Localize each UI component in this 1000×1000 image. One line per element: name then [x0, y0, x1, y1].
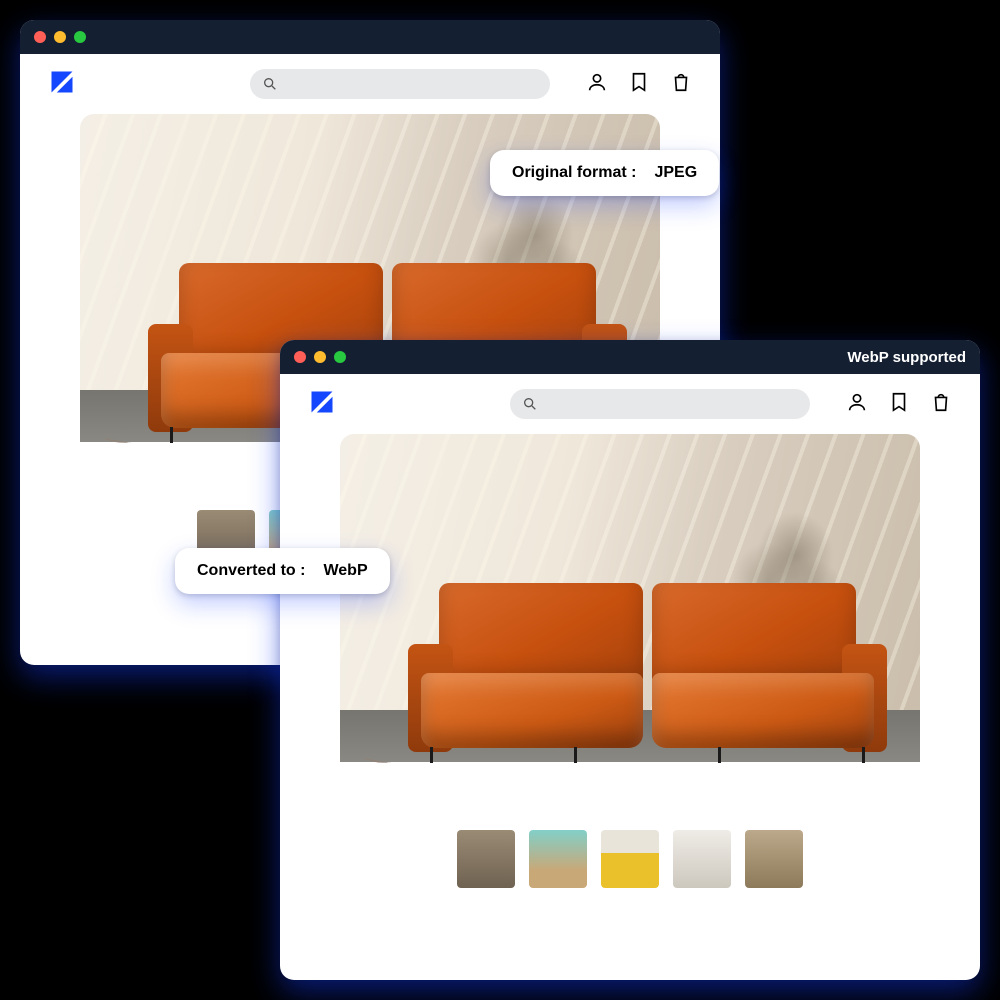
- pill-value: WebP: [323, 562, 367, 580]
- thumbnail-neutral[interactable]: [673, 830, 731, 888]
- pill-value: JPEG: [654, 164, 697, 182]
- titlebar: [20, 20, 720, 54]
- search-input[interactable]: [510, 389, 810, 419]
- close-dot[interactable]: [34, 31, 46, 43]
- minimize-dot[interactable]: [54, 31, 66, 43]
- browser-window-converted: WebP supported: [280, 340, 980, 980]
- thumbnail-wood[interactable]: [745, 830, 803, 888]
- zoom-dot[interactable]: [74, 31, 86, 43]
- converted-to-pill: Converted to : WebP: [175, 548, 390, 594]
- search-input[interactable]: [250, 69, 550, 99]
- site-header: [20, 54, 720, 114]
- pill-label: Original format :: [512, 164, 636, 182]
- thumbnail-strip: [340, 830, 920, 888]
- brand-logo[interactable]: [308, 388, 336, 421]
- brand-logo[interactable]: [48, 68, 76, 101]
- account-icon[interactable]: [846, 391, 868, 418]
- search-icon: [522, 396, 538, 412]
- zoom-dot[interactable]: [334, 351, 346, 363]
- account-icon[interactable]: [586, 71, 608, 98]
- bookmark-icon[interactable]: [628, 71, 650, 98]
- shopping-bag-icon[interactable]: [670, 71, 692, 98]
- site-header: [280, 374, 980, 434]
- original-format-pill: Original format : JPEG: [490, 150, 719, 196]
- thumbnail-yellow[interactable]: [601, 830, 659, 888]
- minimize-dot[interactable]: [314, 351, 326, 363]
- titlebar: WebP supported: [280, 340, 980, 374]
- thumbnail-mirror[interactable]: [457, 830, 515, 888]
- titlebar-label: WebP supported: [847, 349, 966, 366]
- shopping-bag-icon[interactable]: [930, 391, 952, 418]
- search-icon: [262, 76, 278, 92]
- close-dot[interactable]: [294, 351, 306, 363]
- bookmark-icon[interactable]: [888, 391, 910, 418]
- product-hero-image: [340, 434, 920, 808]
- thumbnail-teal[interactable]: [529, 830, 587, 888]
- pill-label: Converted to :: [197, 562, 305, 580]
